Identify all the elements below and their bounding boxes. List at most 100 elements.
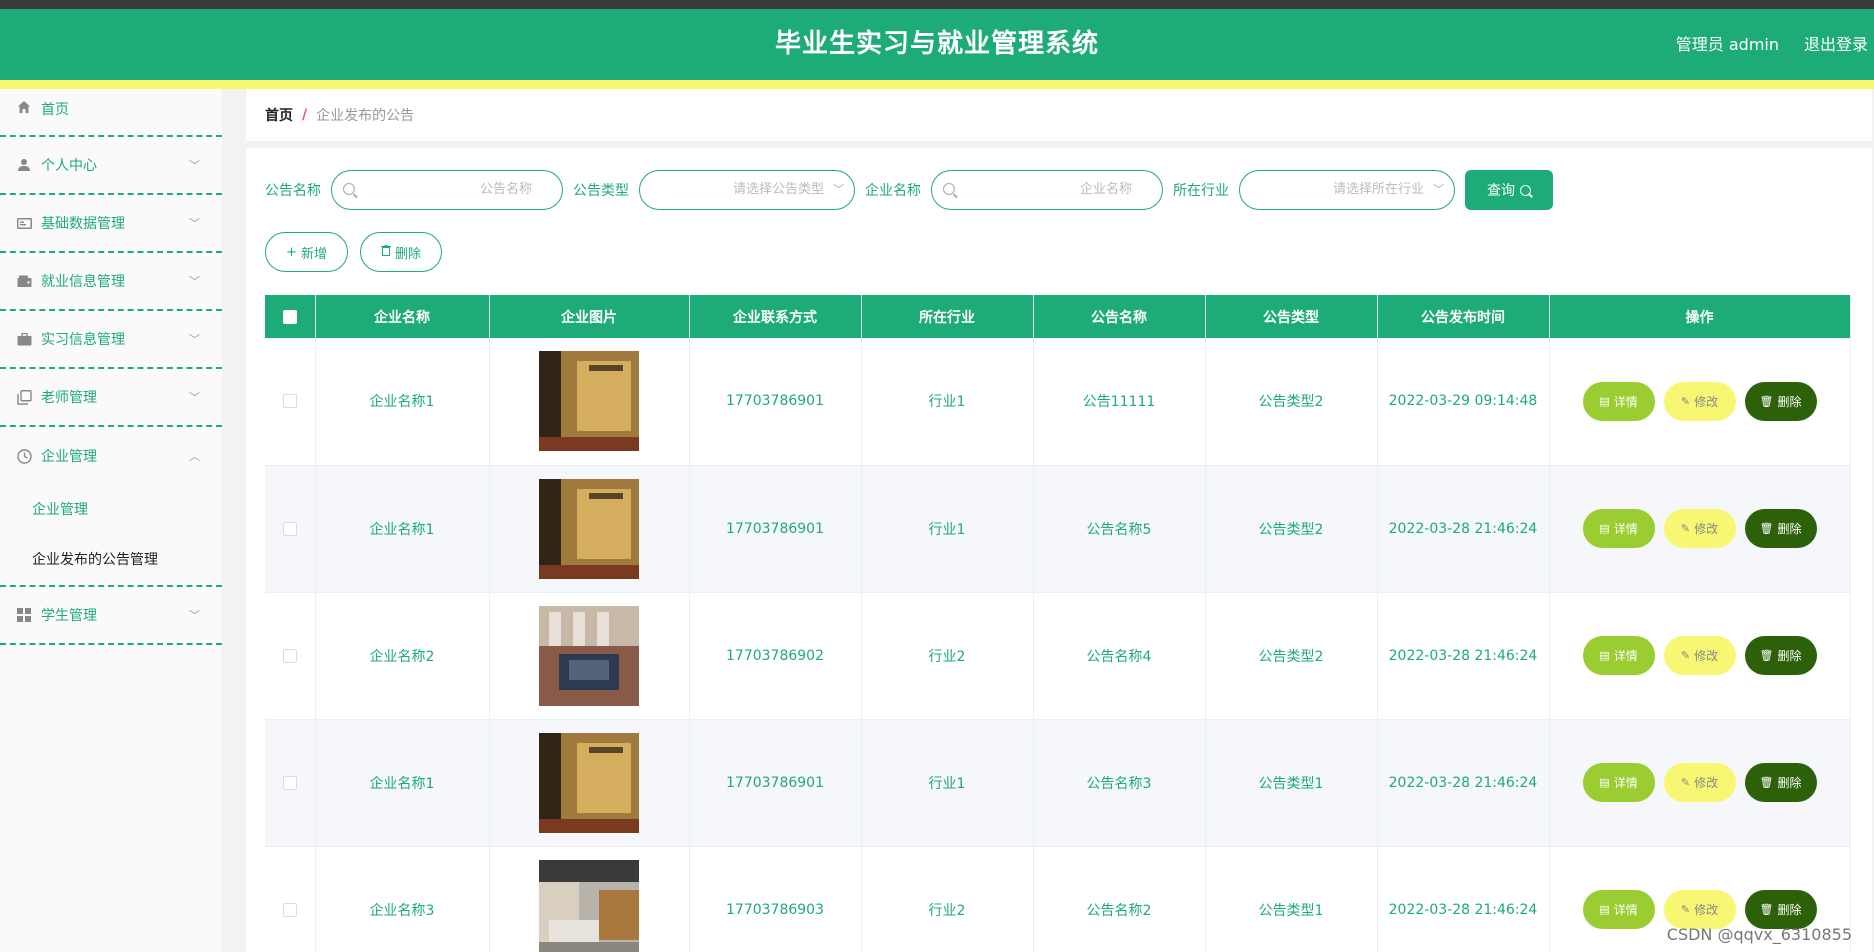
column-header: 所在行业 [861, 295, 1034, 338]
sidebar-subitem-company-manage[interactable]: 企业管理 [0, 485, 222, 535]
query-button[interactable]: 查询 [1465, 170, 1553, 210]
sidebar-item-basic-data[interactable]: 基础数据管理 ﹀ [0, 195, 222, 253]
table-row: 企业名称2 17703786902 行业2 公告名称4 公告类型2 2022-0… [265, 592, 1851, 720]
sidebar-item-personal[interactable]: 个人中心 ﹀ [0, 137, 222, 195]
app-title: 毕业生实习与就业管理系统 [774, 29, 1099, 59]
app-header: 毕业生实习与就业管理系统 管理员 admin 退出登录 [0, 9, 1874, 80]
sidebar-item-employment[interactable]: 就业信息管理 ﹀ [0, 253, 222, 311]
trash-icon: 🗑 [1759, 903, 1774, 916]
notice-type-cell: 公告类型1 [1205, 846, 1378, 952]
pencil-icon: ✎ [1680, 903, 1691, 916]
trash-icon: 🗑 [1759, 394, 1774, 408]
chevron-down-icon: ﹀ [189, 217, 200, 230]
logout-link[interactable]: 退出登录 [1804, 9, 1868, 80]
chevron-down-icon: ﹀ [189, 275, 200, 288]
notice-name-input[interactable]: 公告名称 [331, 170, 563, 210]
add-button[interactable]: + 新增 [265, 232, 348, 272]
edit-button[interactable]: ✎ 修改 [1663, 509, 1736, 548]
plus-icon: + [286, 244, 297, 260]
batch-delete-label: 删除 [394, 246, 421, 262]
trash-icon: 🗑 [1759, 522, 1774, 535]
industry-cell: 行业1 [861, 465, 1034, 593]
company-name-input[interactable]: 企业名称 [931, 170, 1163, 210]
pencil-icon: ✎ [1680, 522, 1691, 535]
edit-button[interactable]: ✎ 修改 [1663, 763, 1736, 802]
document-icon: ▤ [1599, 649, 1610, 662]
edit-label: 修改 [1694, 522, 1719, 536]
document-icon: ▤ [1599, 903, 1610, 916]
breadcrumb-current: 企业发布的公告 [316, 108, 415, 124]
row-checkbox[interactable] [282, 648, 297, 663]
chevron-down-icon: ﹀ [189, 159, 200, 172]
delete-button[interactable]: 🗑 删除 [1744, 381, 1817, 421]
publish-time-cell: 2022-03-29 09:14:48 [1377, 338, 1550, 466]
edit-button[interactable]: ✎ 修改 [1663, 890, 1736, 929]
row-actions: ▤ 详情 ✎ 修改 🗑 删除 [1550, 763, 1850, 802]
delete-button[interactable]: 🗑 删除 [1744, 763, 1817, 802]
sidebar-item-label: 首页 [41, 102, 69, 118]
sidebar-item-label: 老师管理 [41, 390, 97, 406]
header-accent-bar [0, 80, 1874, 89]
document-icon: ▤ [1599, 522, 1610, 535]
row-checkbox[interactable] [282, 394, 297, 409]
search-icon [343, 183, 355, 195]
publish-time-cell: 2022-03-28 21:46:24 [1377, 592, 1550, 720]
select-all-checkbox[interactable] [282, 309, 297, 324]
table-row: 企业名称3 17703786903 行业2 公告名称2 公告类型1 2022-0… [265, 846, 1851, 952]
sidebar-item-label: 就业信息管理 [41, 274, 125, 290]
edit-button[interactable]: ✎ 修改 [1663, 636, 1736, 675]
sidebar-item-internship[interactable]: 实习信息管理 ﹀ [0, 311, 222, 369]
publish-time-cell: 2022-03-28 21:46:24 [1377, 719, 1550, 847]
action-bar: + 新增 删除 [265, 232, 454, 272]
sidebar: 首页 个人中心 ﹀ 基础数据管理 ﹀ 就业信息管理 ﹀ 实习信息管理 ﹀ 老师管… [0, 89, 222, 952]
pencil-icon: ✎ [1680, 776, 1691, 789]
select-all-cell[interactable] [265, 295, 316, 338]
industry-placeholder: 请选择所在行业 [1332, 182, 1424, 197]
detail-button[interactable]: ▤ 详情 [1582, 890, 1655, 929]
industry-select[interactable]: 请选择所在行业 ﹀ [1239, 170, 1455, 210]
chevron-down-icon: ﹀ [189, 391, 200, 404]
delete-button[interactable]: 🗑 删除 [1744, 636, 1817, 675]
breadcrumb-separator: / [302, 107, 308, 123]
row-actions: ▤ 详情 ✎ 修改 🗑 删除 [1550, 509, 1850, 548]
row-checkbox[interactable] [282, 902, 297, 917]
row-checkbox[interactable] [282, 521, 297, 536]
company-image [539, 478, 639, 579]
sidebar-item-student[interactable]: 学生管理 ﹀ [0, 587, 222, 645]
detail-button[interactable]: ▤ 详情 [1582, 509, 1655, 548]
row-checkbox[interactable] [282, 775, 297, 790]
notice-type-select[interactable]: 请选择公告类型 ﹀ [639, 170, 855, 210]
sidebar-item-teacher[interactable]: 老师管理 ﹀ [0, 369, 222, 427]
copy-icon [16, 389, 32, 405]
watermark: CSDN @qqvx_6310855 [1666, 925, 1852, 944]
industry-cell: 行业2 [861, 846, 1034, 952]
industry-cell: 行业2 [861, 592, 1034, 720]
detail-label: 详情 [1613, 649, 1638, 663]
search-icon [943, 183, 955, 195]
phone-cell: 17703786903 [689, 846, 862, 952]
pencil-icon: ✎ [1680, 394, 1691, 408]
notice-type-cell: 公告类型2 [1205, 465, 1378, 593]
company-cell: 企业名称1 [315, 338, 490, 466]
sidebar-item-company[interactable]: 企业管理 ︿ [0, 427, 222, 485]
column-header: 操作 [1549, 295, 1851, 338]
phone-cell: 17703786901 [689, 338, 862, 466]
sidebar-item-home[interactable]: 首页 [0, 89, 222, 137]
notice-name-cell: 公告名称4 [1033, 592, 1206, 720]
delete-button[interactable]: 🗑 删除 [1744, 509, 1817, 548]
main-content: 公告名称 公告名称 公告类型 请选择公告类型 ﹀ 企业名称 企业名称 所在行业 … [246, 148, 1872, 952]
company-name-label: 企业名称 [865, 183, 921, 199]
edit-button[interactable]: ✎ 修改 [1663, 381, 1736, 421]
detail-button[interactable]: ▤ 详情 [1582, 763, 1655, 802]
delete-button[interactable]: 🗑 删除 [1744, 890, 1817, 929]
row-actions: ▤ 详情 ✎ 修改 🗑 删除 [1550, 890, 1850, 929]
sidebar-subitem-company-notices[interactable]: 企业发布的公告管理 [0, 535, 222, 585]
column-header: 企业图片 [489, 295, 690, 338]
batch-delete-button[interactable]: 删除 [360, 232, 442, 272]
column-header: 企业联系方式 [689, 295, 862, 338]
company-image [539, 351, 639, 452]
breadcrumb-home[interactable]: 首页 [265, 105, 293, 125]
detail-button[interactable]: ▤ 详情 [1582, 381, 1655, 421]
detail-label: 详情 [1613, 394, 1638, 409]
detail-button[interactable]: ▤ 详情 [1582, 636, 1655, 675]
